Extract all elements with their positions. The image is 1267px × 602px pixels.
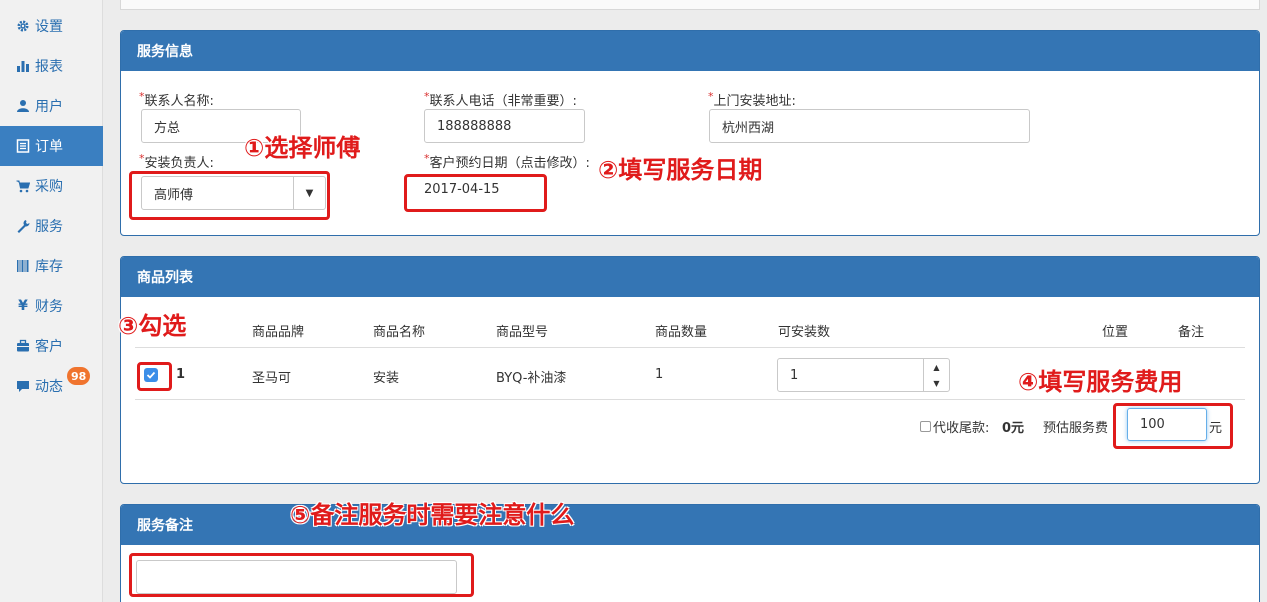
column-header-quantity: 商品数量 (655, 325, 708, 340)
address-label: *上门安装地址: (708, 90, 796, 109)
sidebar-item-purchase[interactable]: 采购 (0, 166, 103, 206)
previous-panel-bottom (120, 0, 1260, 10)
panel-title: 服务信息 (121, 31, 1259, 71)
contact-phone-input[interactable]: 188888888 (424, 109, 585, 143)
annotation-step-3: ③勾选 (118, 312, 187, 340)
column-header-model: 商品型号 (496, 325, 549, 340)
column-header-name: 商品名称 (373, 325, 426, 340)
caret-up-icon[interactable]: ▲ (924, 359, 949, 375)
sidebar-item-label: 采购 (35, 179, 63, 195)
column-header-position: 位置 (1102, 325, 1129, 340)
cell-name: 安装 (373, 371, 400, 386)
highlight-service-fee (1113, 403, 1233, 449)
notification-badge: 98 (67, 367, 91, 385)
collect-balance-checkbox[interactable] (920, 421, 931, 432)
cart-icon (16, 179, 30, 193)
installable-quantity-stepper[interactable]: 1 ▲ ▼ (777, 358, 950, 392)
yen-icon: ¥ (18, 298, 28, 314)
gear-icon (16, 19, 30, 33)
list-icon (16, 139, 30, 153)
column-header-brand: 商品品牌 (252, 325, 305, 340)
column-header-remark: 备注 (1178, 325, 1205, 340)
row-index: 1 (176, 367, 186, 382)
sidebar-item-label: 财务 (35, 299, 63, 315)
app-root: 设置 报表 用户 订单 采购 服务 库存 ¥ 财务 客户 动态 98 服务信息 … (0, 0, 1267, 602)
sidebar-item-label: 客户 (35, 339, 63, 355)
column-header-installable: 可安装数 (778, 325, 831, 340)
sidebar-item-label: 服务 (35, 219, 63, 235)
sidebar-item-label: 用户 (35, 99, 63, 115)
briefcase-icon (16, 339, 30, 353)
wrench-icon (16, 219, 30, 233)
highlight-installer (129, 171, 330, 220)
address-input[interactable]: 杭州西湖 (709, 109, 1030, 143)
annotation-step-4: ④填写服务费用 (1018, 368, 1183, 396)
stepper-controls: ▲ ▼ (923, 359, 949, 391)
sidebar-item-label: 订单 (35, 139, 63, 155)
sidebar-item-label: 库存 (35, 259, 63, 275)
sidebar: 设置 报表 用户 订单 采购 服务 库存 ¥ 财务 客户 动态 98 (0, 0, 103, 602)
barcode-icon (16, 259, 30, 273)
installer-label: *安装负责人: (139, 152, 214, 171)
annotation-step-5: ⑤备注服务时需要注意什么 (290, 501, 575, 529)
cell-brand: 圣马可 (252, 371, 292, 386)
sidebar-item-settings[interactable]: 设置 (0, 6, 103, 46)
sidebar-item-reports[interactable]: 报表 (0, 46, 103, 86)
sidebar-item-finance[interactable]: ¥ 财务 (0, 286, 103, 326)
sidebar-item-service[interactable]: 服务 (0, 206, 103, 246)
collect-balance-label: 代收尾款: (933, 421, 990, 436)
highlight-service-note (129, 553, 474, 597)
sidebar-item-orders[interactable]: 订单 (0, 126, 103, 166)
comment-icon (16, 379, 30, 393)
sidebar-item-activity[interactable]: 动态 98 (0, 366, 103, 406)
appointment-date-label: *客户预约日期（点击修改）: (424, 152, 590, 171)
cell-quantity: 1 (655, 367, 664, 382)
sidebar-item-label: 设置 (35, 19, 63, 35)
highlight-checkbox (137, 362, 172, 391)
bar-chart-icon (16, 59, 30, 73)
sidebar-item-inventory[interactable]: 库存 (0, 246, 103, 286)
annotation-step-2: ②填写服务日期 (598, 156, 763, 184)
cell-model: BYQ-补油漆 (496, 371, 567, 386)
annotation-step-1: ①选择师傅 (244, 134, 361, 162)
contact-phone-label: *联系人电话（非常重要）: (424, 90, 577, 109)
sidebar-item-customers[interactable]: 客户 (0, 326, 103, 366)
caret-down-icon[interactable]: ▼ (924, 375, 949, 391)
table-row-divider (135, 399, 1245, 400)
sidebar-item-label: 动态 (35, 379, 63, 395)
table-header-divider (135, 347, 1245, 348)
highlight-appointment-date (404, 174, 547, 212)
collect-balance-value: 0元 (1002, 421, 1025, 436)
user-icon (16, 99, 30, 113)
sidebar-item-users[interactable]: 用户 (0, 86, 103, 126)
sidebar-item-label: 报表 (35, 59, 63, 75)
panel-title: 商品列表 (121, 257, 1259, 297)
stepper-value: 1 (790, 367, 799, 383)
contact-name-label: *联系人名称: (139, 90, 214, 109)
service-fee-label: 预估服务费 (1043, 421, 1109, 436)
